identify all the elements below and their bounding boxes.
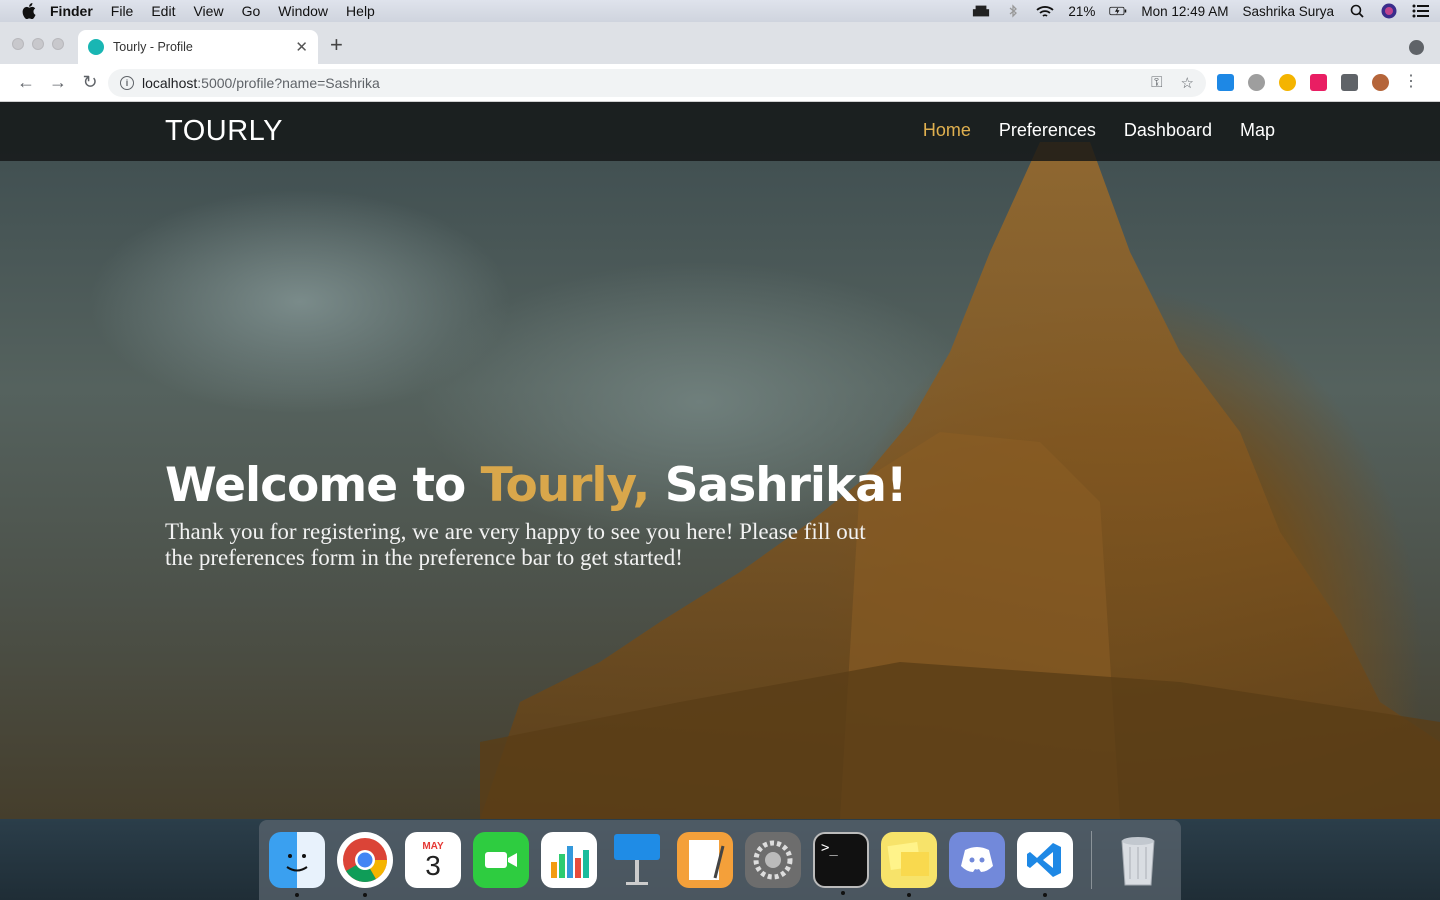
forward-button[interactable]: → — [42, 72, 74, 93]
hero-description: Thank you for registering, we are very h… — [165, 519, 866, 570]
menu-edit[interactable]: Edit — [151, 3, 175, 19]
browser-toolbar: ← → ↻ i localhost :5000/profile?name=Sas… — [0, 64, 1440, 102]
terminal-app-icon[interactable]: >_ — [813, 832, 869, 895]
nav-home-link[interactable]: Home — [923, 120, 971, 141]
running-indicator — [1043, 893, 1047, 897]
facetime-app-icon[interactable] — [473, 832, 529, 888]
extension-w-icon[interactable] — [1310, 74, 1327, 91]
extension-cloud-icon[interactable] — [1248, 74, 1265, 91]
calendar-day: 3 — [425, 849, 441, 881]
running-indicator — [295, 893, 299, 897]
hero-title-pre: Welcome to — [165, 458, 481, 513]
dock-separator — [1091, 831, 1092, 889]
tab-close-icon[interactable]: ✕ — [295, 38, 308, 56]
numbers-app-icon[interactable] — [541, 832, 597, 888]
discord-app-icon[interactable] — [949, 832, 1005, 888]
keynote-app-icon[interactable] — [609, 832, 665, 888]
hero-title-post: Sashrika! — [649, 458, 908, 513]
tourly-favicon-icon — [88, 39, 104, 55]
reload-button[interactable]: ↻ — [74, 72, 106, 93]
menu-bar: Finder File Edit View Go Window Help 21%… — [0, 0, 1440, 22]
finder-app-icon[interactable] — [269, 832, 325, 897]
profile-avatar[interactable] — [1372, 74, 1389, 91]
browser-tab[interactable]: Tourly - Profile ✕ — [78, 30, 318, 64]
site-brand-logo[interactable]: TOURLY — [165, 115, 283, 148]
extension-face-icon[interactable] — [1279, 74, 1296, 91]
bookmark-star-icon[interactable]: ☆ — [1181, 74, 1194, 92]
close-window-button[interactable] — [12, 38, 24, 50]
siri-icon[interactable] — [1380, 3, 1398, 19]
running-indicator — [841, 891, 845, 895]
menu-file[interactable]: File — [111, 3, 134, 19]
menu-app-name[interactable]: Finder — [50, 3, 93, 19]
menu-help[interactable]: Help — [346, 3, 375, 19]
system-preferences-app-icon[interactable] — [745, 832, 801, 888]
extension-calendar-icon[interactable] — [1217, 74, 1234, 91]
running-indicator — [363, 893, 367, 897]
hero-title-accent: Tourly, — [480, 458, 651, 513]
hero-title: Welcome to Tourly, Sashrika! — [165, 458, 925, 513]
page-hero-background: TOURLY Home Preferences Dashboard Map We… — [0, 102, 1440, 819]
notification-center-icon[interactable] — [1412, 4, 1430, 18]
pages-app-icon[interactable] — [677, 832, 733, 888]
zoom-window-button[interactable] — [52, 38, 64, 50]
calendar-app-icon[interactable]: MAY 3 — [405, 832, 461, 888]
spotlight-search-icon[interactable] — [1348, 4, 1366, 18]
chrome-app-icon[interactable] — [337, 832, 393, 897]
hero-section: Welcome to Tourly, Sashrika! Thank you f… — [165, 458, 925, 571]
site-info-icon[interactable]: i — [120, 76, 134, 90]
running-indicator — [907, 893, 911, 897]
menu-window[interactable]: Window — [278, 3, 328, 19]
tab-strip: Tourly - Profile ✕ + — [0, 22, 1440, 64]
bluetooth-icon[interactable] — [1004, 4, 1022, 18]
key-icon[interactable]: ⚿ — [1151, 74, 1162, 92]
tab-title: Tourly - Profile — [113, 40, 193, 54]
address-bar[interactable]: i localhost :5000/profile?name=Sashrika … — [108, 69, 1206, 97]
window-controls — [12, 38, 64, 50]
menubar-clock[interactable]: Mon 12:49 AM — [1141, 4, 1228, 19]
menubar-user[interactable]: Sashrika Surya — [1242, 4, 1334, 19]
nav-map-link[interactable]: Map — [1240, 120, 1275, 141]
display-icon[interactable] — [972, 4, 990, 18]
url-path: :5000/profile?name=Sashrika — [197, 75, 380, 91]
menu-go[interactable]: Go — [242, 3, 261, 19]
wifi-icon[interactable] — [1036, 4, 1054, 18]
trash-icon[interactable] — [1110, 832, 1166, 888]
minimize-window-button[interactable] — [32, 38, 44, 50]
menu-view[interactable]: View — [193, 3, 223, 19]
nav-preferences-link[interactable]: Preferences — [999, 120, 1096, 141]
back-button[interactable]: ← — [10, 72, 42, 93]
tab-search-icon[interactable] — [1409, 40, 1424, 55]
url-host: localhost — [142, 75, 198, 91]
battery-percent: 21% — [1068, 3, 1096, 19]
battery-icon[interactable] — [1109, 4, 1127, 18]
dock: MAY 3 >_ — [259, 820, 1181, 900]
site-nav-links: Home Preferences Dashboard Map — [923, 120, 1275, 141]
vscode-app-icon[interactable] — [1017, 832, 1073, 897]
apple-icon[interactable] — [22, 3, 36, 19]
stickies-app-icon[interactable] — [881, 832, 937, 897]
new-tab-button[interactable]: + — [330, 34, 343, 56]
chrome-menu-icon[interactable]: ⋮ — [1403, 74, 1419, 91]
extensions-area: ⋮ — [1217, 74, 1419, 91]
nav-dashboard-link[interactable]: Dashboard — [1124, 120, 1212, 141]
extensions-puzzle-icon[interactable] — [1341, 74, 1358, 91]
site-navbar: TOURLY Home Preferences Dashboard Map — [0, 102, 1440, 161]
